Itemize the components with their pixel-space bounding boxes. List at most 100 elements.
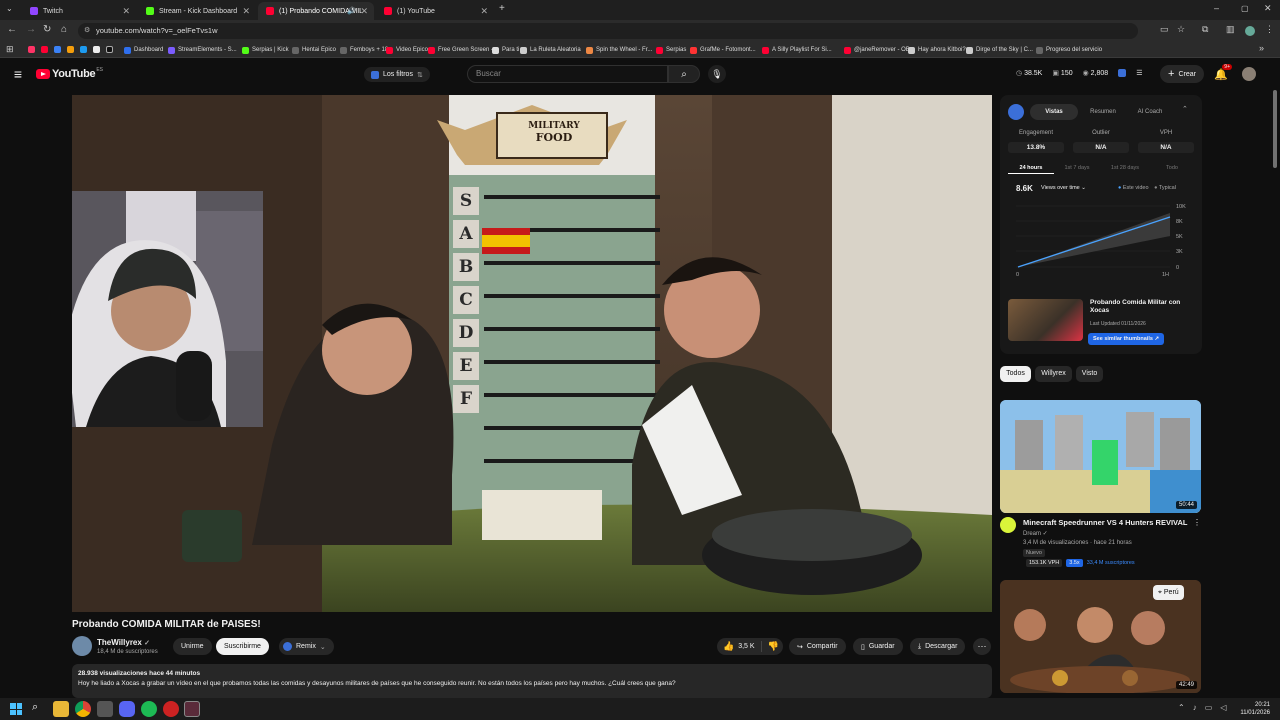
share-button[interactable]: ↪ Compartir	[789, 638, 846, 655]
tab-youtube[interactable]: (1) YouTube ✕	[376, 2, 494, 20]
bookmark-item[interactable]: Hay ahora Kitboi?	[908, 44, 966, 56]
chip-all[interactable]: Todos	[1000, 366, 1031, 382]
channel-name-row[interactable]: TheWillyrex ✓	[97, 638, 150, 647]
rec-more-icon[interactable]: ⋮	[1193, 518, 1201, 527]
channel-avatar[interactable]	[72, 636, 92, 656]
bookmark-item[interactable]: Free Green Screen -...	[428, 44, 498, 56]
obs-icon[interactable]	[184, 701, 200, 717]
bookmark-item[interactable]: La Ruleta Aleatoria	[520, 44, 581, 56]
profile-avatar[interactable]	[1245, 26, 1255, 36]
audio-icon[interactable]: 🔊	[347, 7, 356, 15]
voice-search-button[interactable]: 🎙	[708, 65, 726, 83]
page-scrollbar[interactable]	[1273, 90, 1277, 168]
filters-button[interactable]: Los filtros ⇅	[364, 67, 430, 82]
discord-icon[interactable]	[119, 701, 135, 717]
bookmark-item[interactable]: Spin the Wheel - Fr...	[586, 44, 652, 56]
more-bookmarks-icon[interactable]: »	[1259, 43, 1264, 53]
windows-start-icon[interactable]	[10, 703, 22, 715]
description-box[interactable]: 28.938 visualizaciones hace 44 minutos H…	[72, 664, 992, 698]
remix-button[interactable]: Remix ⌄	[279, 638, 334, 655]
save-button[interactable]: ▯ Guardar	[853, 638, 903, 655]
maximize-icon[interactable]: ▢	[1241, 4, 1249, 13]
apps-icon[interactable]: ⊞	[6, 44, 14, 55]
bookmark-item[interactable]: A Silly Playlist For Si...	[762, 44, 832, 56]
close-icon[interactable]: ✕	[360, 6, 368, 17]
bookmark-item[interactable]: Dirge of the Sky | C...	[966, 44, 1033, 56]
minimize-icon[interactable]: –	[1214, 3, 1219, 13]
chevron-up-icon[interactable]: ⌃	[1178, 703, 1185, 712]
subscribe-button[interactable]: Suscribirme	[216, 638, 269, 655]
hamburger-menu-icon[interactable]: ≡	[10, 66, 26, 82]
chip-watched[interactable]: Visto	[1076, 366, 1103, 382]
system-tray[interactable]: ⌃ ♪ ▭ ◁	[1178, 703, 1226, 712]
bookmark-item[interactable]: Para ti	[492, 44, 519, 56]
range-tab[interactable]: Todo	[1150, 165, 1194, 174]
microphone-icon[interactable]: ♪	[1193, 703, 1197, 712]
search-input[interactable]: Buscar	[467, 65, 668, 83]
bookmark-item[interactable]: Serpias | Kick	[242, 44, 289, 56]
account-avatar[interactable]	[1242, 67, 1256, 81]
tab-kick[interactable]: Stream - Kick Dashboard ✕	[138, 2, 256, 20]
similar-thumbnails-button[interactable]: See similar thumbnails ↗	[1088, 333, 1165, 345]
bookmark-item[interactable]: Hentai Epico	[292, 44, 336, 56]
tab-summary[interactable]: Resumen	[1088, 104, 1118, 120]
back-icon[interactable]: ←	[7, 24, 17, 35]
file-explorer-icon[interactable]	[53, 701, 69, 717]
bookmark-item[interactable]: Dashboard	[124, 44, 163, 56]
bookmark-star-icon[interactable]: ☆	[1177, 24, 1185, 35]
home-icon[interactable]: ⌂	[61, 24, 67, 35]
chip-willyrex[interactable]: Willyrex	[1035, 366, 1072, 382]
bookmark-item[interactable]: StreamElements - S...	[168, 44, 237, 56]
range-tab[interactable]: 1st 7 days	[1054, 165, 1100, 174]
tab-ai-coach[interactable]: AI Coach	[1132, 104, 1168, 120]
volume-icon[interactable]: ◁	[1220, 703, 1226, 712]
like-count[interactable]: 3,5 K	[738, 643, 754, 650]
address-bar[interactable]: ⚙ youtube.com/watch?v=_oelFeTvs1w	[78, 23, 1138, 39]
app-icon[interactable]	[163, 701, 179, 717]
similar-thumbnail[interactable]	[1008, 299, 1083, 341]
rec-channel-row[interactable]: Dream ✓	[1023, 530, 1048, 537]
clock[interactable]: 20:21 11/01/2026	[1236, 701, 1270, 717]
range-tab[interactable]: 24 hours	[1008, 165, 1054, 174]
network-icon[interactable]: ▭	[1205, 703, 1213, 712]
close-icon[interactable]: ✕	[122, 6, 130, 17]
chrome-icon[interactable]	[75, 701, 91, 717]
bookmark-item[interactable]: GrafMe - Fotomont...	[690, 44, 756, 56]
site-info-icon[interactable]: ⚙	[84, 23, 90, 39]
bookmark-item[interactable]: Serpias	[656, 44, 686, 56]
bookmark-icon[interactable]	[28, 46, 35, 53]
chart-mode-dropdown[interactable]: Views over time ⌄	[1041, 185, 1086, 191]
tab-twitch[interactable]: Twitch ✕	[22, 2, 136, 20]
extensions-icon[interactable]: ⧉	[1202, 24, 1208, 35]
rec-title[interactable]: Minecraft Speedrunner VS 4 Hunters REVIV…	[1023, 518, 1189, 527]
notifications-button[interactable]: 🔔 9+	[1214, 64, 1232, 82]
sidebar-icon[interactable]: ▥	[1226, 24, 1235, 35]
rec-thumbnail[interactable]: 50:44	[1000, 400, 1201, 513]
range-tab[interactable]: 1st 28 days	[1100, 165, 1150, 174]
bookmark-icon[interactable]	[54, 46, 61, 53]
youtube-logo[interactable]: YouTube ES	[36, 67, 103, 80]
window-close-icon[interactable]: ✕	[1264, 3, 1272, 14]
reload-icon[interactable]: ↻	[43, 24, 51, 35]
spotify-icon[interactable]	[141, 701, 157, 717]
like-icon[interactable]: 👍	[723, 641, 734, 652]
bookmark-icon[interactable]	[67, 46, 74, 53]
tiktok-icon[interactable]	[106, 46, 113, 53]
bookmark-item[interactable]: Femboys + 18	[340, 44, 388, 56]
video-player[interactable]: MILITARY FOOD SABCDEF	[72, 95, 992, 612]
forward-icon[interactable]: →	[26, 24, 36, 35]
tab-list-icon[interactable]: ⌄	[6, 4, 13, 13]
create-button[interactable]: + Crear	[1160, 65, 1204, 83]
more-actions-button[interactable]: ⋯	[973, 638, 991, 655]
tab-views[interactable]: Vistas	[1030, 104, 1078, 120]
cast-icon[interactable]: ▭	[1160, 24, 1169, 35]
search-icon[interactable]: ⌕	[32, 701, 38, 714]
join-button[interactable]: Unirme	[173, 638, 212, 655]
close-icon[interactable]: ✕	[242, 6, 250, 17]
close-icon[interactable]: ✕	[480, 6, 488, 17]
rec-thumbnail[interactable]: ⌖ Perú 42:49	[1000, 580, 1201, 693]
dislike-icon[interactable]: 👎	[768, 641, 779, 652]
tab-current-video[interactable]: (1) Probando COMIDA MIL 🔊 ✕	[258, 2, 374, 20]
search-button[interactable]: ⌕	[668, 65, 700, 83]
bookmark-item[interactable]: Video Epico	[386, 44, 428, 56]
